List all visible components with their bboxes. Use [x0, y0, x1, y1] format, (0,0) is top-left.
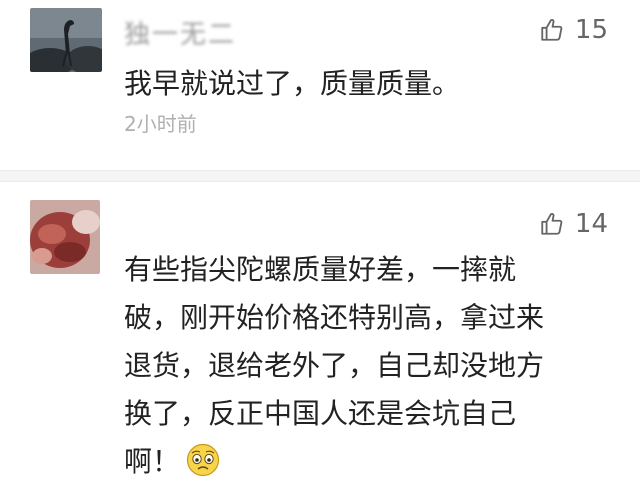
like-button[interactable]: 14: [539, 206, 608, 242]
avatar[interactable]: [30, 8, 102, 72]
comment-text-line: 我早就说过了，质量质量。: [124, 67, 461, 100]
thumbs-up-icon: [541, 18, 563, 41]
avatar[interactable]: [30, 200, 100, 274]
username[interactable]: 独一无二: [124, 14, 236, 51]
food-avatar-image: [30, 200, 100, 274]
like-button[interactable]: 15: [539, 12, 608, 48]
worried-face-emoji-icon: [186, 443, 220, 477]
bird-avatar-image: [30, 8, 102, 72]
comment-text-line-end: 啊！: [124, 445, 181, 478]
like-count: 14: [574, 209, 608, 239]
comment-text-line: 换了，反正中国人还是会坑自己: [124, 397, 517, 430]
like-count: 15: [574, 15, 608, 45]
comment-text-line: 破，刚开始价格还特别高，拿过来: [124, 301, 545, 334]
comment-time: 2小时前: [124, 112, 197, 136]
comment-text-line: 有些指尖陀螺质量好差，一摔就: [124, 253, 517, 286]
comment-item: 独一无二 15 我早就说过了，质量质量。 2小时前: [0, 0, 640, 160]
comment-item: 14 有些指尖陀螺质量好差，一摔就 破，刚开始价格还特别高，拿过来 退货，退给老…: [0, 188, 640, 486]
comment-text: 有些指尖陀螺质量好差，一摔就 破，刚开始价格还特别高，拿过来 退货，退给老外了，…: [124, 246, 594, 486]
comment-text: 我早就说过了，质量质量。: [124, 60, 594, 108]
thumbs-up-icon: [541, 212, 563, 235]
comment-text-line: 退货，退给老外了，自己却没地方: [124, 349, 545, 382]
comment-divider: [0, 170, 640, 182]
comment-text-line: 啊！: [124, 438, 594, 486]
